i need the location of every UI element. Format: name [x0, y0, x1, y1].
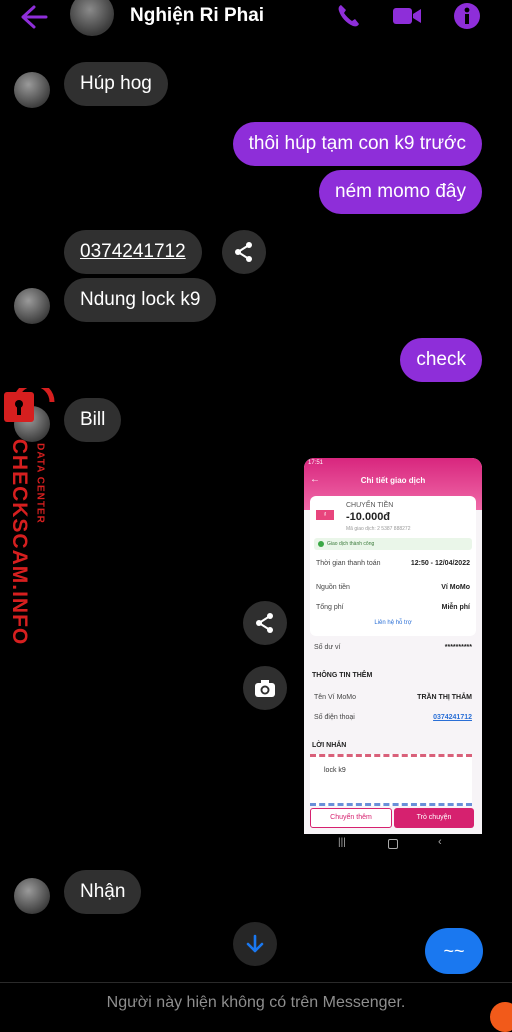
source-row: Nguồn tiền Ví MoMo	[316, 584, 470, 591]
floating-widget-icon[interactable]	[490, 1002, 512, 1032]
message-bubble-incoming[interactable]: Ndung lock k9	[64, 278, 217, 322]
support-link: Liên hệ hỗ trợ	[374, 620, 412, 626]
message-bubble-outgoing[interactable]: thôi húp tạm con k9 trước	[232, 122, 482, 166]
extra-info-heading: THÔNG TIN THÊM	[312, 672, 373, 679]
contact-avatar-small	[14, 288, 50, 324]
transaction-card: ₫ CHUYỂN TIỀN -10.000đ Mã giao dịch: 2 5…	[310, 496, 476, 636]
info-icon[interactable]	[452, 2, 482, 30]
contact-name[interactable]: Nghiện Ri Phai	[130, 5, 264, 27]
camera-icon	[255, 680, 275, 697]
message-bubble-outgoing[interactable]: check	[400, 338, 482, 382]
phone-call-icon[interactable]	[334, 2, 364, 30]
transaction-type: CHUYỂN TIỀN	[346, 502, 394, 509]
video-call-icon[interactable]	[392, 2, 422, 30]
transaction-amount: -10.000đ	[346, 511, 391, 523]
save-image-button[interactable]	[243, 666, 287, 710]
screenshot-status-time: 17:51	[308, 460, 324, 466]
footer-divider	[0, 982, 512, 983]
contact-avatar-small	[14, 72, 50, 108]
typing-indicator-button[interactable]: ~~	[425, 928, 483, 974]
screenshot-title: Chi tiết giao dịch	[360, 476, 426, 485]
contact-avatar-small	[14, 878, 50, 914]
share-image-button[interactable]	[243, 601, 287, 645]
transaction-code: Mã giao dịch: 2 5387 888272	[346, 526, 411, 532]
screenshot-nav-bar: ||| ‹	[304, 834, 482, 854]
share-button[interactable]	[222, 230, 266, 274]
unavailable-notice: Người này hiện không có trên Messenger.	[106, 994, 406, 1011]
note-text: lock k9	[324, 767, 346, 774]
share-icon	[235, 242, 252, 262]
phone-link-bubble[interactable]: 0374241712	[64, 230, 202, 274]
message-bubble-incoming[interactable]: Húp hog	[64, 62, 168, 106]
time-row: Thời gian thanh toán 12:50 - 12/04/2022	[316, 560, 470, 567]
message-bubble-incoming[interactable]: Nhận	[64, 870, 142, 914]
chat-button: Trò chuyện	[394, 808, 474, 828]
scroll-to-bottom-button[interactable]	[233, 922, 277, 966]
watermark-brand: CHECKSCAM.INFO	[8, 438, 31, 646]
note-heading: LỜI NHẮN	[312, 742, 347, 749]
wallet-row: Tên Ví MoMo TRẦN THỊ THẮM	[314, 694, 472, 701]
watermark-sub: DATA CENTER	[34, 443, 46, 524]
momo-badge-icon: ₫	[316, 510, 334, 520]
balance-row: Số dư ví **********	[314, 644, 472, 651]
arrow-down-icon	[246, 934, 264, 953]
share-icon	[256, 613, 273, 633]
message-bubble-incoming[interactable]: Bill	[64, 398, 122, 442]
fee-row: Tổng phí Miễn phí	[316, 604, 470, 611]
transaction-status: Giao dịch thành công	[327, 541, 375, 547]
success-check-icon	[318, 541, 324, 547]
message-bubble-outgoing[interactable]: ném momo đây	[319, 170, 482, 214]
note-envelope: lock k9	[310, 754, 472, 806]
phone-row: Số điện thoại 0374241712	[314, 714, 472, 721]
transaction-screenshot[interactable]: 17:51 ← Chi tiết giao dịch ₫ CHUYỂN TIỀN…	[304, 458, 482, 834]
transfer-more-button: Chuyển thêm	[310, 808, 392, 828]
back-arrow-icon[interactable]	[18, 4, 48, 30]
